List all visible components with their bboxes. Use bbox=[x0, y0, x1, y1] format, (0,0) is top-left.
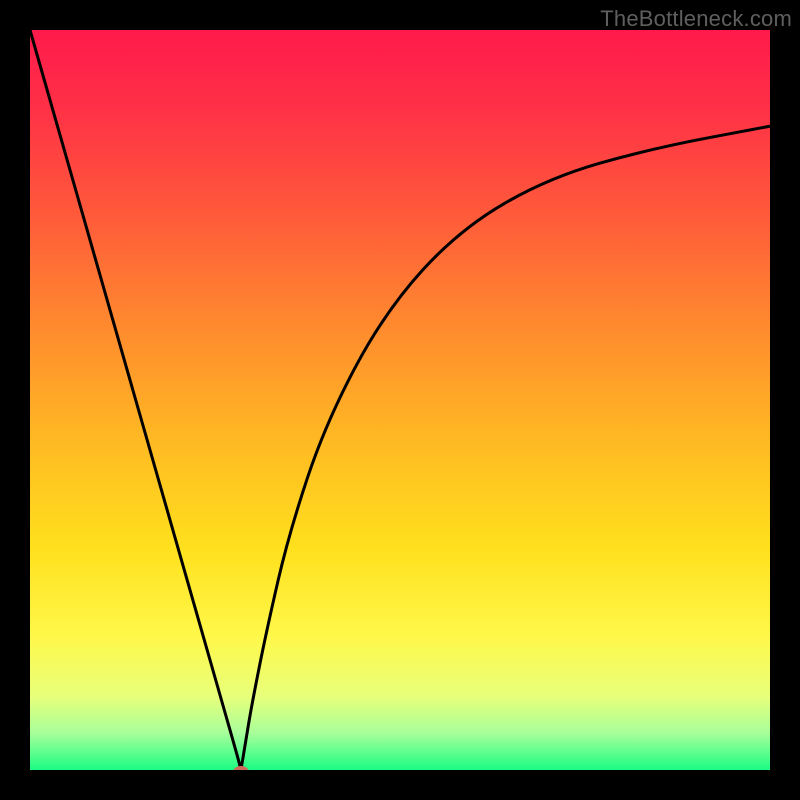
bottleneck-curve bbox=[30, 30, 770, 770]
plot-area bbox=[30, 30, 770, 770]
watermark-text: TheBottleneck.com bbox=[600, 6, 792, 32]
bottleneck-marker bbox=[233, 766, 248, 770]
chart-frame: TheBottleneck.com bbox=[0, 0, 800, 800]
